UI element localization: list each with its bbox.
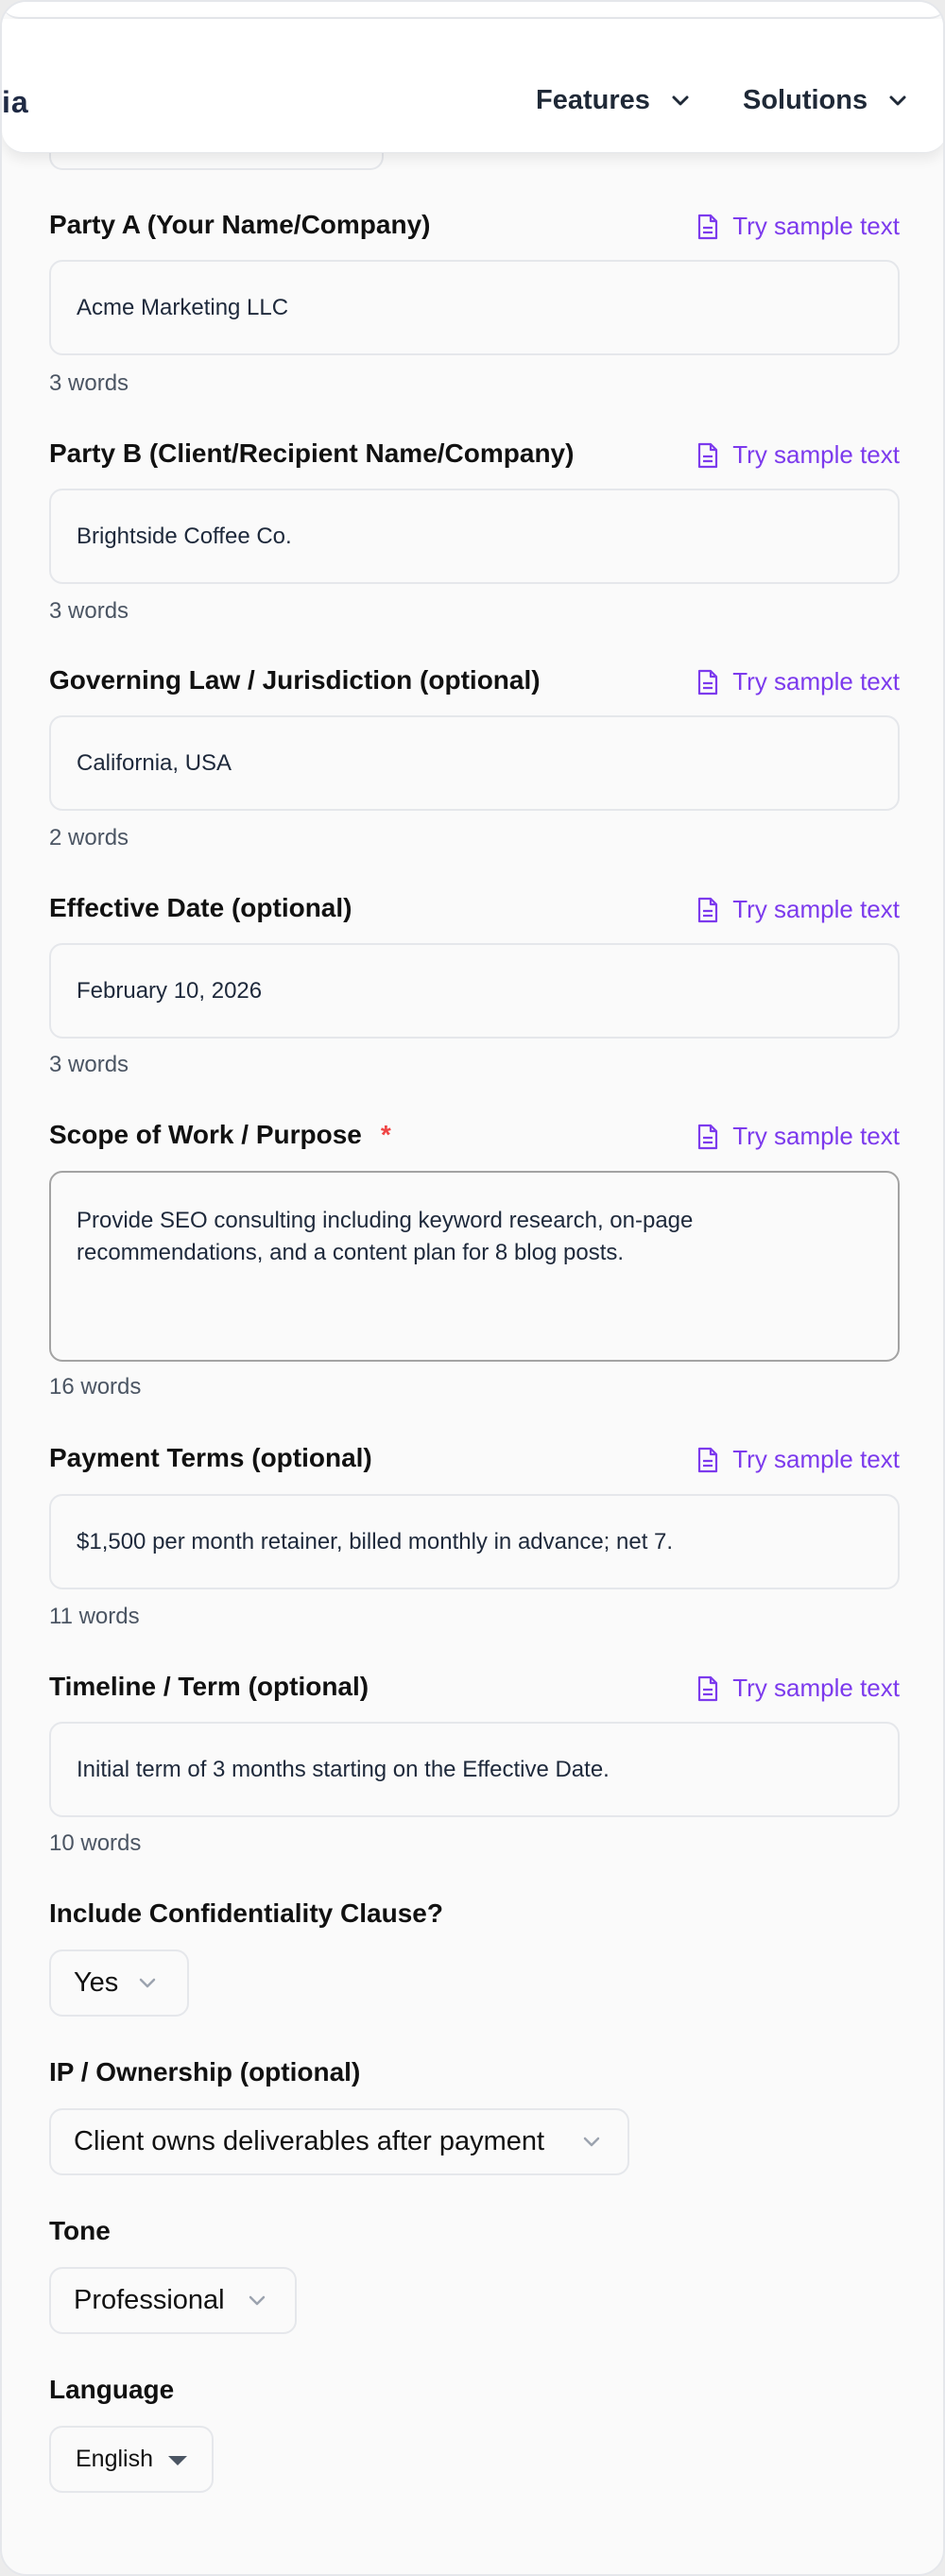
timeline-field: Timeline / Term (optional) Try sample te… xyxy=(49,1672,900,1856)
party-a-input[interactable]: Acme Marketing LLC xyxy=(49,260,900,355)
top-edge xyxy=(2,2,943,19)
try-sample-text-label: Try sample text xyxy=(732,1674,900,1702)
chevron-down-icon xyxy=(889,95,906,105)
payment-terms-label: Payment Terms (optional) xyxy=(49,1443,372,1472)
document-icon xyxy=(698,1124,718,1149)
navbar: ia Features Solutions xyxy=(2,19,943,153)
tone-field: Tone Professional xyxy=(49,2216,900,2334)
confidentiality-label: Include Confidentiality Clause? xyxy=(49,1898,443,1928)
chevron-down-icon xyxy=(139,1978,156,1987)
page-frame: ia Features Solutions Party A (Your Name… xyxy=(0,0,945,2576)
governing-law-input[interactable]: California, USA xyxy=(49,715,900,811)
document-icon xyxy=(698,669,718,695)
try-sample-text-link[interactable]: Try sample text xyxy=(696,212,900,241)
word-count: 3 words xyxy=(49,370,129,396)
effective-date-field: Effective Date (optional) Try sample tex… xyxy=(49,893,900,1077)
party-a-field: Party A (Your Name/Company) Try sample t… xyxy=(49,210,900,396)
scope-label: Scope of Work / Purpose * xyxy=(49,1120,391,1149)
chevron-down-icon xyxy=(583,2137,600,2146)
try-sample-text-label: Try sample text xyxy=(732,667,900,696)
tone-select[interactable]: Professional xyxy=(49,2267,297,2334)
governing-law-field: Governing Law / Jurisdiction (optional) … xyxy=(49,665,900,850)
timeline-label: Timeline / Term (optional) xyxy=(49,1672,369,1701)
ip-ownership-value: Client owns deliverables after payment xyxy=(74,2126,545,2156)
try-sample-text-label: Try sample text xyxy=(732,1122,900,1150)
language-field: Language English xyxy=(49,2375,900,2493)
word-count: 16 words xyxy=(49,1374,142,1400)
confidentiality-value: Yes xyxy=(74,1967,119,1998)
party-a-label: Party A (Your Name/Company) xyxy=(49,210,431,239)
word-count: 10 words xyxy=(49,1830,142,1856)
word-count: 2 words xyxy=(49,825,129,850)
required-marker: * xyxy=(380,1120,391,1149)
confidentiality-field: Include Confidentiality Clause? Yes xyxy=(49,1898,900,2017)
nav-features-menu[interactable]: Features xyxy=(536,85,690,116)
ip-ownership-field: IP / Ownership (optional) Client owns de… xyxy=(49,2057,900,2175)
try-sample-text-label: Try sample text xyxy=(732,1445,900,1473)
word-count: 3 words xyxy=(49,598,129,624)
nav-solutions-label: Solutions xyxy=(743,85,868,115)
document-icon xyxy=(698,1447,718,1472)
scope-textarea[interactable]: Provide SEO consulting including keyword… xyxy=(49,1171,900,1362)
language-label: Language xyxy=(49,2375,175,2404)
document-icon xyxy=(698,1675,718,1701)
try-sample-text-label: Try sample text xyxy=(732,212,900,240)
scope-field: Scope of Work / Purpose * Try sample text… xyxy=(49,1120,900,1400)
party-b-input[interactable]: Brightside Coffee Co. xyxy=(49,489,900,584)
document-icon xyxy=(698,897,718,922)
try-sample-text-link[interactable]: Try sample text xyxy=(696,895,900,924)
party-b-label: Party B (Client/Recipient Name/Company) xyxy=(49,438,575,468)
try-sample-text-link[interactable]: Try sample text xyxy=(696,1122,900,1151)
document-icon xyxy=(698,214,718,239)
payment-terms-field: Payment Terms (optional) Try sample text… xyxy=(49,1443,900,1629)
language-value: English xyxy=(76,2446,153,2472)
chevron-down-icon xyxy=(672,95,689,105)
document-icon xyxy=(698,442,718,468)
try-sample-text-link[interactable]: Try sample text xyxy=(696,667,900,696)
try-sample-text-link[interactable]: Try sample text xyxy=(696,1445,900,1474)
party-b-field: Party B (Client/Recipient Name/Company) … xyxy=(49,438,900,624)
nav-features-label: Features xyxy=(536,85,650,115)
ip-ownership-select[interactable]: Client owns deliverables after payment xyxy=(49,2108,629,2175)
try-sample-text-label: Try sample text xyxy=(732,440,900,469)
tone-value: Professional xyxy=(74,2285,225,2315)
confidentiality-select[interactable]: Yes xyxy=(49,1949,189,2017)
effective-date-label: Effective Date (optional) xyxy=(49,893,352,922)
governing-law-label: Governing Law / Jurisdiction (optional) xyxy=(49,665,541,695)
language-select[interactable]: English xyxy=(49,2426,214,2493)
word-count: 11 words xyxy=(49,1604,140,1629)
effective-date-input[interactable]: February 10, 2026 xyxy=(49,943,900,1039)
caret-down-icon xyxy=(168,2456,187,2465)
word-count: 3 words xyxy=(49,1052,129,1077)
ip-ownership-label: IP / Ownership (optional) xyxy=(49,2057,361,2087)
payment-terms-input[interactable]: $1,500 per month retainer, billed monthl… xyxy=(49,1494,900,1589)
try-sample-text-link[interactable]: Try sample text xyxy=(696,440,900,470)
try-sample-text-label: Try sample text xyxy=(732,895,900,923)
chevron-down-icon xyxy=(249,2295,266,2305)
tone-label: Tone xyxy=(49,2216,111,2245)
try-sample-text-link[interactable]: Try sample text xyxy=(696,1674,900,1703)
timeline-input[interactable]: Initial term of 3 months starting on the… xyxy=(49,1722,900,1817)
brand-logo[interactable]: ia xyxy=(2,85,29,120)
nav-solutions-menu[interactable]: Solutions xyxy=(743,85,907,116)
